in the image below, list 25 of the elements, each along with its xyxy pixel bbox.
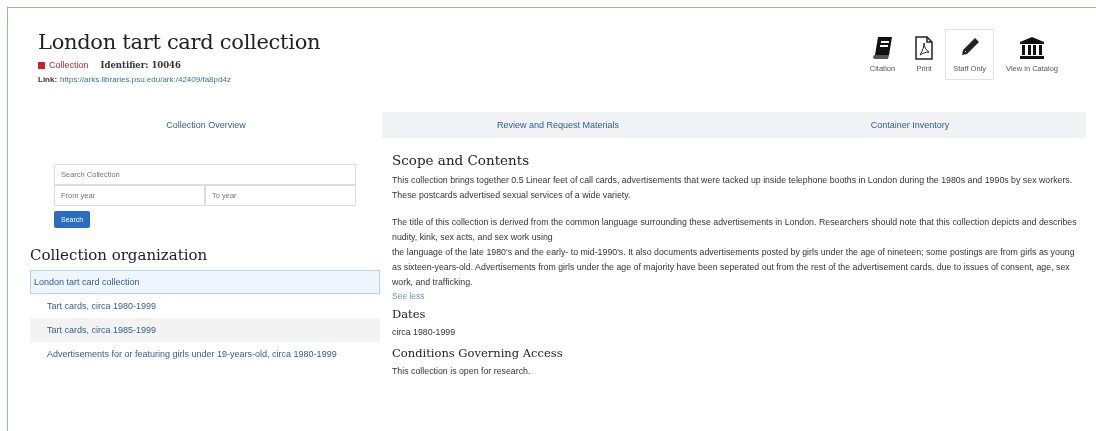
bank-icon (1019, 36, 1045, 60)
paragraph: circa 1980-1999 (392, 326, 457, 339)
link-label: Link: (38, 75, 58, 84)
book-icon (872, 36, 893, 60)
square-icon (38, 61, 45, 69)
pdf-file-icon (915, 36, 934, 60)
tree-item[interactable]: Tart cards, circa 1985-1999 (30, 318, 380, 343)
page-title: London tart card collection (38, 30, 321, 54)
section-heading: Collection organization (30, 246, 209, 264)
paragraph: the language of the late 1980's and the early- to mid-1990's. It also documents advertisements posted by girls under the age of nineteen; some postings are from girls as young as sixteen-years-old. Advertisements from girls under the age of majority have been seperated out from the rest of the advertisement cards, due to issues of consent, age, sex work, and trafficking. (392, 246, 1076, 289)
record-type: Collection (49, 60, 89, 70)
tab[interactable]: Review and Request Materials (382, 112, 734, 138)
tree-item[interactable]: Advertisements for or featuring girls under 19-years-old, circa 1980-1999 (30, 342, 380, 367)
identifier-value: 10046 (151, 60, 181, 70)
tab[interactable]: Container Inventory (734, 112, 1086, 138)
identifier-label: Identifier: (100, 60, 149, 70)
tree-item[interactable]: Tart cards, circa 1980-1999 (30, 294, 380, 319)
section-heading: Dates (392, 307, 427, 321)
ark-link[interactable]: https://arks.libraries.psu.edu/ark:/42409/fa8pd4z (60, 75, 231, 84)
paragraph: This collection is open for research. (392, 365, 532, 378)
section-heading: Scope and Contents (392, 152, 531, 168)
section-heading: Conditions Governing Access (392, 346, 564, 360)
tree-item[interactable]: London tart card collection (30, 270, 380, 295)
tab[interactable]: Collection Overview (30, 112, 382, 138)
paragraph: This collection brings together 0.5 Linear feet of call cards, advertisements that were tacked up inside telephone booths in London during the 1980s and 1990s by sex workers. These postcards advertised sexual services of a wide variety. (392, 174, 1074, 202)
